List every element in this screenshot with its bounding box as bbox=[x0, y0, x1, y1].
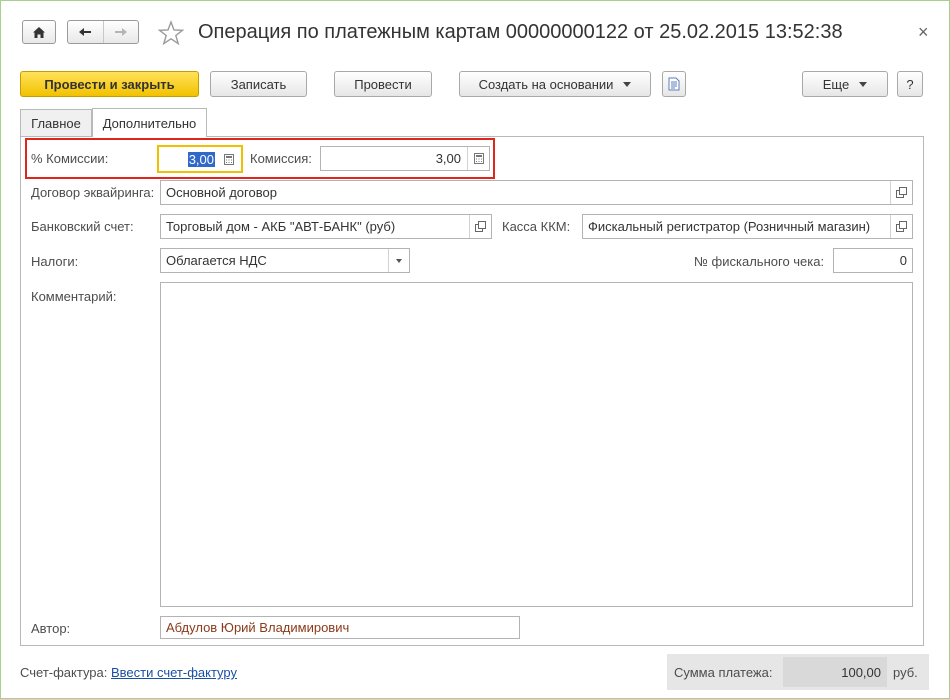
fiscal-receipt-value: 0 bbox=[899, 253, 907, 268]
post-and-close-button[interactable]: Провести и закрыть bbox=[20, 71, 199, 97]
arrow-left-icon bbox=[79, 28, 92, 36]
report-button[interactable] bbox=[662, 71, 686, 97]
help-button[interactable]: ? bbox=[897, 71, 923, 97]
document-icon bbox=[668, 77, 680, 91]
currency-label: руб. bbox=[893, 665, 918, 680]
taxes-select[interactable]: Облагается НДС bbox=[160, 248, 410, 273]
history-nav bbox=[67, 20, 139, 44]
bank-account-label: Банковский счет: bbox=[31, 219, 134, 234]
total-label: Сумма платежа: bbox=[674, 665, 773, 680]
fiscal-receipt-label: № фискального чека: bbox=[694, 254, 825, 269]
commission-percent-value: 3,00 bbox=[187, 151, 215, 167]
cash-register-label: Касса ККМ: bbox=[502, 219, 571, 234]
enter-invoice-link[interactable]: Ввести счет-фактуру bbox=[111, 665, 237, 680]
taxes-value: Облагается НДС bbox=[166, 253, 267, 268]
more-label: Еще bbox=[822, 76, 850, 92]
taxes-dropdown-button[interactable] bbox=[388, 249, 409, 272]
create-based-on-label: Создать на основании bbox=[478, 76, 614, 92]
taxes-label: Налоги: bbox=[31, 254, 79, 269]
home-button[interactable] bbox=[22, 20, 56, 44]
commission-value: 3,00 bbox=[435, 151, 461, 166]
forward-button[interactable] bbox=[104, 21, 139, 43]
acquiring-contract-label: Договор эквайринга: bbox=[31, 185, 155, 200]
author-label: Автор: bbox=[31, 621, 71, 636]
calculator-icon bbox=[473, 153, 484, 164]
bank-account-field[interactable]: Торговый дом - АКБ "АВТ-БАНК" (руб) bbox=[160, 214, 492, 239]
acquiring-contract-value: Основной договор bbox=[166, 185, 277, 200]
arrow-right-icon bbox=[114, 28, 127, 36]
page-title: Операция по платежным картам 00000000122… bbox=[198, 21, 843, 43]
favorite-star-button[interactable] bbox=[157, 20, 185, 46]
author-value: Абдулов Юрий Владимирович bbox=[166, 620, 350, 635]
author-field: Абдулов Юрий Владимирович bbox=[160, 616, 520, 639]
commission-percent-label: % Комиссии: bbox=[31, 151, 109, 166]
cash-register-value: Фискальный регистратор (Розничный магази… bbox=[588, 219, 871, 234]
calculator-button[interactable] bbox=[467, 147, 489, 170]
cash-register-field[interactable]: Фискальный регистратор (Розничный магази… bbox=[582, 214, 913, 239]
comment-textarea[interactable] bbox=[160, 282, 913, 607]
star-icon bbox=[157, 20, 185, 46]
chevron-down-icon bbox=[396, 258, 402, 263]
calculator-icon bbox=[224, 153, 234, 165]
open-bank-account-button[interactable] bbox=[469, 215, 491, 238]
back-button[interactable] bbox=[68, 21, 104, 43]
tab-additional[interactable]: Дополнительно bbox=[92, 108, 207, 138]
home-icon bbox=[33, 26, 45, 38]
calculator-button[interactable] bbox=[218, 148, 240, 170]
chevron-down-icon bbox=[623, 81, 632, 87]
open-form-icon bbox=[896, 221, 907, 232]
acquiring-contract-field[interactable]: Основной договор bbox=[160, 180, 913, 205]
open-form-icon bbox=[475, 221, 486, 232]
tab-main[interactable]: Главное bbox=[20, 109, 92, 136]
chevron-down-icon bbox=[859, 81, 868, 87]
save-button[interactable]: Записать bbox=[210, 71, 307, 97]
close-icon[interactable]: × bbox=[918, 22, 929, 43]
open-cash-register-button[interactable] bbox=[890, 215, 912, 238]
comment-label: Комментарий: bbox=[31, 289, 117, 304]
open-contract-button[interactable] bbox=[890, 181, 912, 204]
commission-input[interactable]: 3,00 bbox=[320, 146, 490, 171]
more-button[interactable]: Еще bbox=[802, 71, 888, 97]
create-based-on-button[interactable]: Создать на основании bbox=[459, 71, 651, 97]
fiscal-receipt-input[interactable]: 0 bbox=[833, 248, 913, 273]
post-button[interactable]: Провести bbox=[334, 71, 432, 97]
bank-account-value: Торговый дом - АКБ "АВТ-БАНК" (руб) bbox=[166, 219, 396, 234]
invoice-label: Счет-фактура: bbox=[20, 665, 108, 680]
open-form-icon bbox=[896, 187, 907, 198]
commission-label: Комиссия: bbox=[250, 151, 312, 166]
total-value: 100,00 bbox=[783, 657, 887, 687]
